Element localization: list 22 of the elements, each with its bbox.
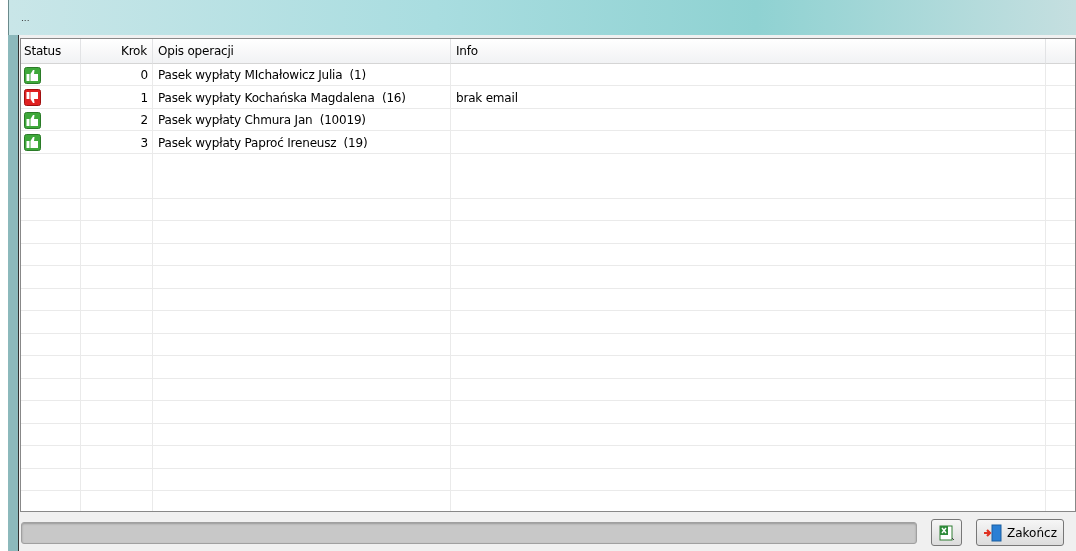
column-header[interactable]: Opis operacji	[153, 39, 451, 64]
column-header[interactable]: Info	[451, 39, 1046, 64]
table-cell: brak email	[456, 90, 518, 105]
excel-export-button[interactable]	[931, 519, 962, 546]
table-cell: 3	[140, 135, 148, 150]
exit-button[interactable]: Zakończ	[976, 519, 1064, 546]
column-header[interactable]: Status	[21, 39, 81, 64]
thumbs-up-icon	[24, 111, 41, 129]
table-cell: 0	[140, 68, 148, 83]
column-header[interactable]: Krok	[81, 39, 153, 64]
exit-door-icon	[983, 523, 1003, 542]
table-cell: 1	[140, 90, 148, 105]
spreadsheet-icon	[938, 524, 955, 541]
table-cell: 2	[140, 113, 148, 128]
table-cell: Pasek wypłaty Chmura Jan (10019)	[158, 113, 366, 128]
table-cell: Pasek wypłaty Paproć Ireneusz (19)	[158, 135, 368, 150]
table-cell: Pasek wypłaty Kochańska Magdalena (16)	[158, 90, 406, 105]
thumbs-down-icon	[24, 89, 41, 107]
window-title: ...	[21, 12, 30, 23]
thumbs-up-icon	[24, 134, 41, 152]
thumbs-up-icon	[24, 66, 41, 84]
table-cell: Pasek wypłaty MIchałowicz Julia (1)	[158, 68, 367, 83]
